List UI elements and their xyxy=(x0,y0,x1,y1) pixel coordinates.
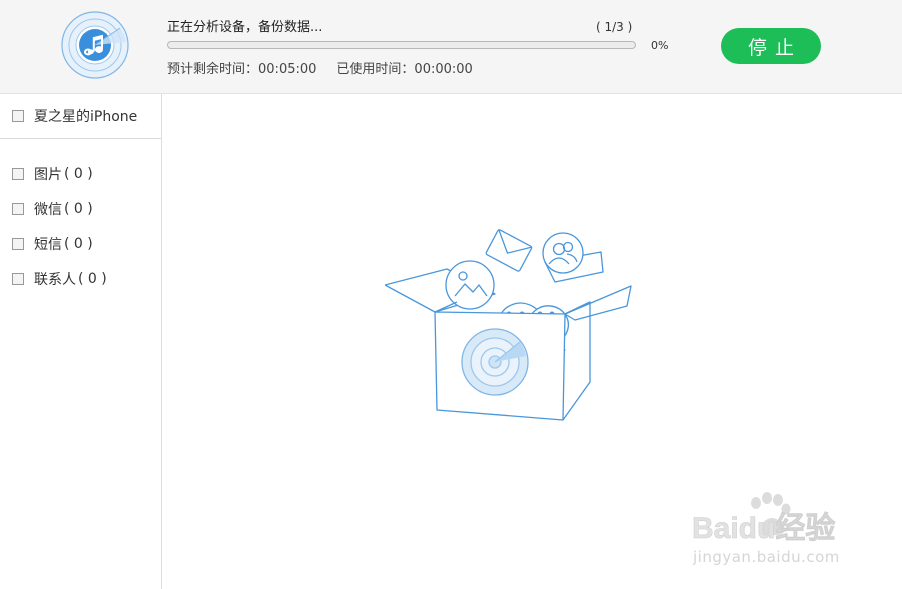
remaining-label: 预计剩余时间： xyxy=(167,62,259,77)
category-label: 微信 xyxy=(34,201,62,218)
header-bar: 正在分析设备，备份数据... ( 1/3 ) 0% 预计剩余时间：00:05:0… xyxy=(0,0,902,94)
elapsed-value: 00:00:00 xyxy=(414,62,473,77)
open-box-illustration xyxy=(385,228,632,421)
music-radar-icon xyxy=(61,11,129,79)
category-wechat[interactable]: 微信 ( 0 ) xyxy=(0,191,161,226)
category-list: 图片 ( 0 ) 微信 ( 0 ) 短信 ( 0 ) 联系人 ( 0 ) xyxy=(0,156,161,296)
category-contacts[interactable]: 联系人 ( 0 ) xyxy=(0,261,161,296)
device-checkbox[interactable] xyxy=(12,110,24,122)
photos-checkbox[interactable] xyxy=(12,167,24,180)
category-sms[interactable]: 短信 ( 0 ) xyxy=(0,226,161,261)
step-counter: ( 1/3 ) xyxy=(596,20,633,34)
watermark-brand: Baidu经验 xyxy=(692,511,835,545)
status-text: 正在分析设备，备份数据... xyxy=(167,20,323,35)
sms-checkbox[interactable] xyxy=(12,237,24,250)
sidebar: 夏之星的iPhone 图片 ( 0 ) 微信 ( 0 ) 短信 ( 0 ) 联系… xyxy=(0,94,162,589)
category-label: 联系人 xyxy=(34,271,76,288)
time-row: 预计剩余时间：00:05:00 已使用时间：00:00:00 xyxy=(167,58,473,77)
category-photos[interactable]: 图片 ( 0 ) xyxy=(0,156,161,191)
remaining-value: 00:05:00 xyxy=(258,62,317,77)
app-window: 正在分析设备，备份数据... ( 1/3 ) 0% 预计剩余时间：00:05:0… xyxy=(0,0,902,589)
category-label: 图片 xyxy=(34,166,62,183)
elapsed-label: 已使用时间： xyxy=(336,62,415,77)
category-label: 短信 xyxy=(34,236,62,253)
device-item[interactable]: 夏之星的iPhone xyxy=(0,94,161,139)
category-count: ( 0 ) xyxy=(64,165,93,182)
contacts-checkbox[interactable] xyxy=(12,272,24,285)
device-name: 夏之星的iPhone xyxy=(34,109,138,125)
progress-percent: 0% xyxy=(651,39,669,52)
category-count: ( 0 ) xyxy=(64,235,93,252)
progress-bar xyxy=(167,41,636,49)
category-count: ( 0 ) xyxy=(78,270,107,287)
watermark-url: jingyan.baidu.com xyxy=(693,548,840,566)
stop-button[interactable]: 停止 xyxy=(721,28,821,64)
wechat-checkbox[interactable] xyxy=(12,202,24,215)
category-count: ( 0 ) xyxy=(64,200,93,217)
